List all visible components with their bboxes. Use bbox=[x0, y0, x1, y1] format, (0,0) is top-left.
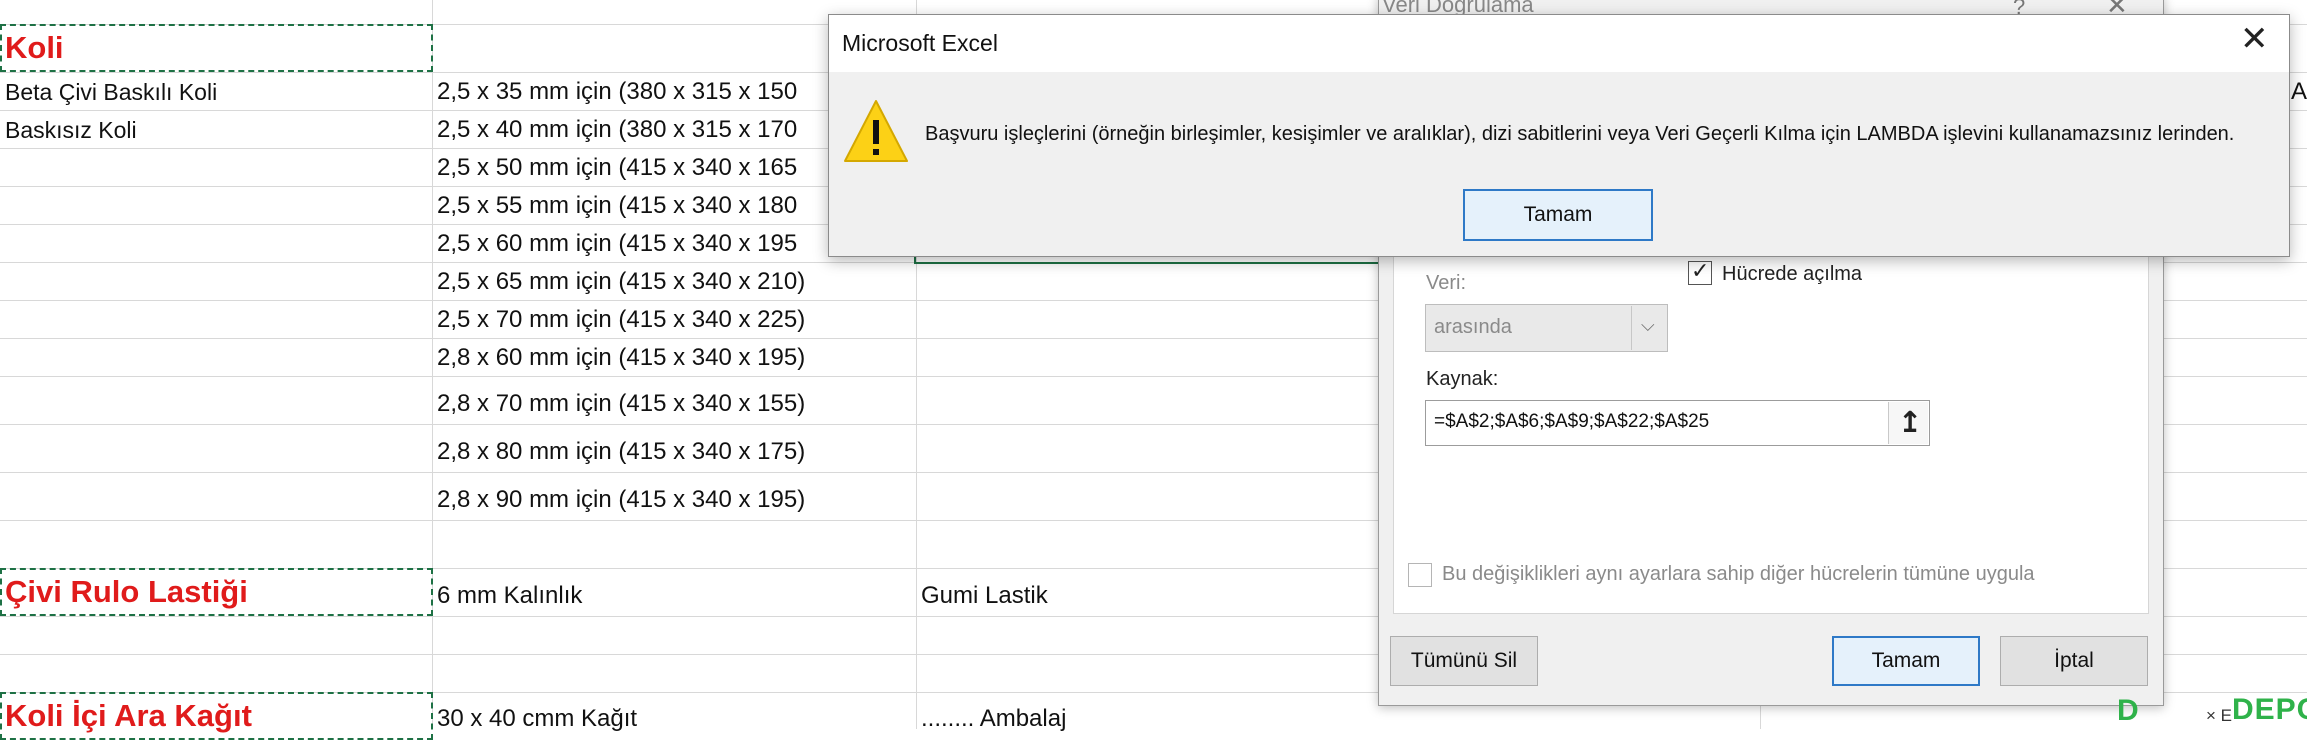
cell-c[interactable]: Gumi Lastik bbox=[921, 581, 1048, 611]
apply-all-checkbox[interactable] bbox=[1408, 563, 1432, 587]
copy-marquee bbox=[0, 24, 433, 72]
data-label: Veri: bbox=[1426, 272, 1467, 294]
cell-b[interactable]: 2,5 x 65 mm için (415 x 340 x 210) bbox=[437, 267, 805, 297]
cell-edge[interactable]: A bbox=[2291, 77, 2307, 107]
cell-b[interactable]: 2,5 x 55 mm için (415 x 340 x 180 bbox=[437, 191, 797, 221]
cell-b[interactable]: 30 x 40 cmm Kağıt bbox=[437, 704, 637, 734]
dropdown-arrow[interactable]: ⌵ bbox=[1631, 306, 1666, 350]
cell-b[interactable]: 2,5 x 60 mm için (415 x 340 x 195 bbox=[437, 229, 797, 259]
cell-a-koli[interactable]: Koli bbox=[5, 30, 64, 66]
close-icon[interactable]: ✕ bbox=[2240, 22, 2269, 56]
cell-b[interactable]: 2,5 x 50 mm için (415 x 340 x 165 bbox=[437, 153, 797, 183]
cell-a-beta[interactable]: Beta Çivi Baskılı Koli bbox=[5, 77, 217, 107]
cell-b[interactable]: 2,5 x 35 mm için (380 x 315 x 150 bbox=[437, 77, 797, 107]
chevron-down-icon: ⌵ bbox=[1641, 315, 1655, 335]
cell-c[interactable]: ........ Ambalaj bbox=[921, 704, 1066, 734]
message-ok-button[interactable]: Tamam bbox=[1463, 189, 1653, 241]
cell-a-baskisiz[interactable]: Baskısız Koli bbox=[5, 115, 137, 145]
up-arrow-icon: ↥ bbox=[1898, 407, 1923, 439]
cell-b[interactable]: 2,8 x 80 mm için (415 x 340 x 175) bbox=[437, 437, 805, 467]
cancel-button[interactable]: İptal bbox=[2000, 636, 2148, 686]
watermark-brand: DEPO bbox=[2232, 693, 2307, 726]
warning-icon bbox=[844, 100, 908, 162]
cell-b[interactable]: 2,5 x 40 mm için (380 x 315 x 170 bbox=[437, 115, 797, 145]
source-label: Kaynak: bbox=[1426, 368, 1499, 390]
cell-b[interactable]: 2,8 x 90 mm için (415 x 340 x 195) bbox=[437, 485, 805, 515]
apply-all-label: Bu değişiklikleri aynı ayarlara sahip di… bbox=[1442, 563, 2035, 585]
ok-button[interactable]: Tamam bbox=[1832, 636, 1980, 686]
clear-all-button[interactable]: Tümünü Sil bbox=[1390, 636, 1538, 686]
checkmark-icon: ✓ bbox=[1691, 258, 1710, 283]
in-cell-dropdown-label: Hücrede açılma bbox=[1722, 263, 1863, 285]
in-cell-dropdown-checkbox[interactable]: ✓ bbox=[1688, 258, 1712, 285]
watermark-logo: D bbox=[2117, 694, 2139, 727]
cell-b[interactable]: 2,5 x 70 mm için (415 x 340 x 225) bbox=[437, 305, 805, 335]
watermark-x: × E bbox=[2206, 706, 2232, 725]
message-box-title: Microsoft Excel bbox=[842, 30, 998, 56]
source-input-value: =$A$2;$A$6;$A$9;$A$22;$A$25 bbox=[1434, 411, 1710, 432]
collapse-range-button[interactable]: ↥ bbox=[1888, 402, 1928, 444]
cell-b[interactable]: 2,8 x 70 mm için (415 x 340 x 155) bbox=[437, 389, 805, 419]
data-select-value: arasında bbox=[1434, 316, 1512, 338]
cell-b[interactable]: 2,8 x 60 mm için (415 x 340 x 195) bbox=[437, 343, 805, 373]
message-text: Başvuru işleçlerini (örneğin birleşimler… bbox=[925, 123, 2235, 145]
cell-b[interactable]: 6 mm Kalınlık bbox=[437, 581, 582, 611]
cell-a-civi-rulo[interactable]: Çivi Rulo Lastiği bbox=[5, 574, 248, 610]
